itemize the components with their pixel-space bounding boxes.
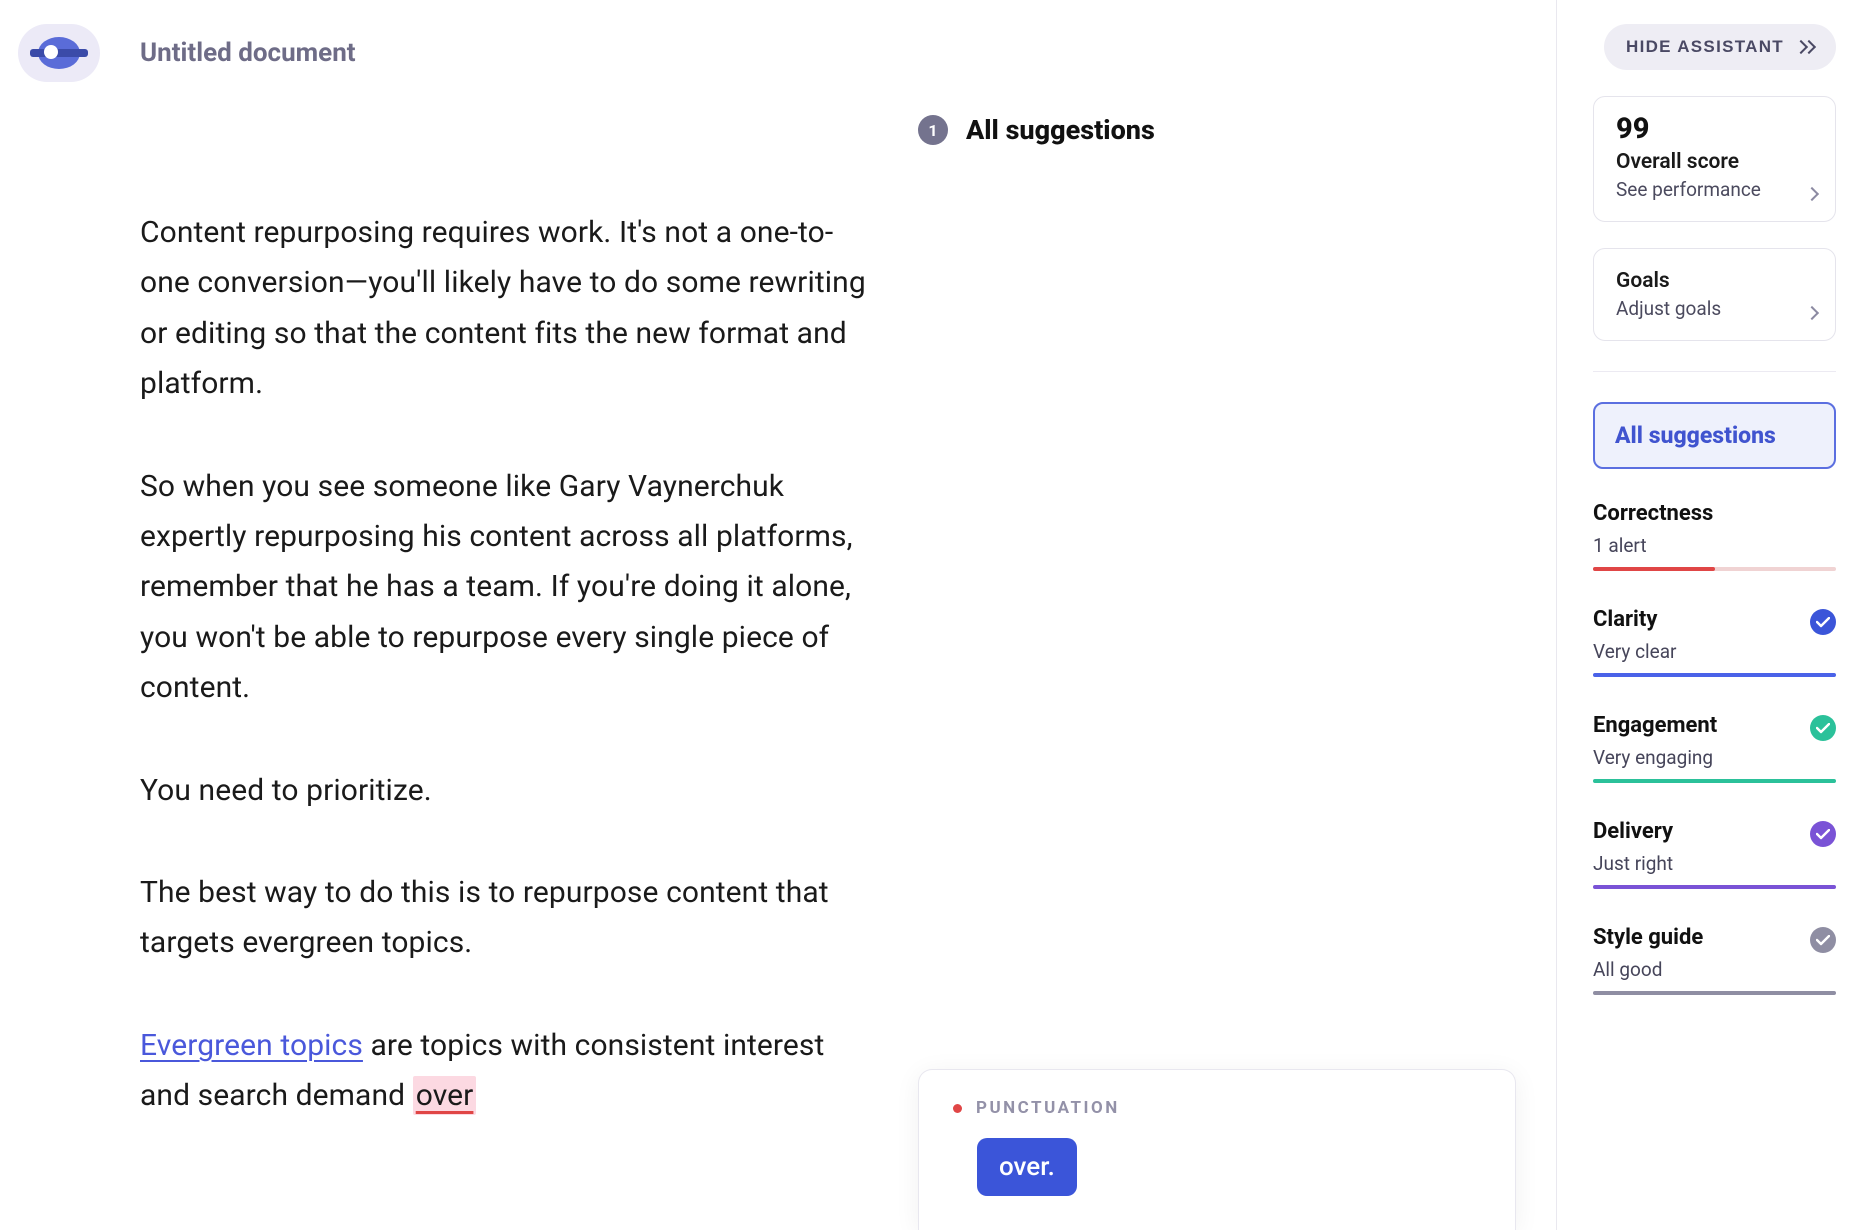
suggestion-count-badge: 1 <box>918 115 948 145</box>
suggestions-column: 1 All suggestions PUNCTUATION over. <box>918 88 1556 1230</box>
category-sub: All good <box>1593 958 1836 981</box>
paragraph[interactable]: Evergreen topics are topics with consist… <box>140 1021 878 1122</box>
category-correctness[interactable]: Correctness 1 alert <box>1593 501 1836 577</box>
category-engagement[interactable]: Engagement Very engaging <box>1593 713 1836 789</box>
category-bar <box>1593 885 1836 889</box>
document-title[interactable]: Untitled document <box>140 38 356 68</box>
category-bar <box>1593 991 1836 995</box>
goals-sub: Adjust goals <box>1616 297 1813 320</box>
category-list: Correctness 1 alert Clarity Very clear Engag… <box>1593 501 1836 1001</box>
category-style-guide[interactable]: Style guide All good <box>1593 925 1836 1001</box>
suggestions-header: 1 All suggestions <box>918 94 1516 146</box>
category-delivery[interactable]: Delivery Just right <box>1593 819 1836 895</box>
app-root: Untitled document Content repurposing re… <box>0 0 1872 1230</box>
double-chevron-icon <box>1796 40 1814 54</box>
suggestion-card[interactable]: PUNCTUATION over. <box>918 1069 1516 1230</box>
suggestions-title: All suggestions <box>966 114 1155 146</box>
category-title: Style guide <box>1593 925 1836 950</box>
logo[interactable] <box>18 24 100 82</box>
check-icon <box>1810 609 1836 635</box>
category-sub: Just right <box>1593 852 1836 875</box>
goals-panel[interactable]: Goals Adjust goals <box>1593 248 1836 341</box>
card-category: PUNCTUATION <box>976 1098 1120 1118</box>
paragraph[interactable]: Content repurposing requires work. It's … <box>140 208 878 410</box>
category-sub: Very engaging <box>1593 746 1836 769</box>
goals-label: Goals <box>1616 269 1813 293</box>
grammarly-icon <box>38 37 80 69</box>
category-bar <box>1593 567 1836 571</box>
red-dot-icon <box>953 1104 962 1113</box>
paragraph[interactable]: You need to prioritize. <box>140 766 878 816</box>
score-panel[interactable]: 99 Overall score See performance <box>1593 96 1836 222</box>
category-title: Delivery <box>1593 819 1836 844</box>
category-sub: Very clear <box>1593 640 1836 663</box>
category-sub: 1 alert <box>1593 534 1836 557</box>
card-header: PUNCTUATION <box>953 1098 1481 1118</box>
score-value: 99 <box>1616 115 1813 144</box>
check-icon <box>1810 715 1836 741</box>
category-clarity[interactable]: Clarity Very clear <box>1593 607 1836 683</box>
main-area: Untitled document Content repurposing re… <box>0 0 1556 1230</box>
hide-assistant-button[interactable]: HIDE ASSISTANT <box>1604 24 1836 70</box>
sidebar: HIDE ASSISTANT 99 Overall score See perf… <box>1556 0 1872 1230</box>
category-bar <box>1593 779 1836 783</box>
editor[interactable]: Content repurposing requires work. It's … <box>18 88 918 1230</box>
hide-assistant-label: HIDE ASSISTANT <box>1626 37 1784 57</box>
header: Untitled document <box>18 18 1556 88</box>
divider <box>1593 371 1836 372</box>
evergreen-link[interactable]: Evergreen topics <box>140 1028 363 1063</box>
score-sub: See performance <box>1616 178 1813 201</box>
suggestion-chip[interactable]: over. <box>977 1138 1077 1196</box>
filter-all-suggestions[interactable]: All suggestions <box>1593 402 1836 469</box>
check-icon <box>1810 821 1836 847</box>
category-title: Engagement <box>1593 713 1836 738</box>
content-columns: Content repurposing requires work. It's … <box>18 88 1556 1230</box>
error-underline[interactable]: over <box>413 1076 477 1115</box>
check-icon <box>1810 927 1836 953</box>
paragraph[interactable]: The best way to do this is to repurpose … <box>140 868 878 969</box>
score-label: Overall score <box>1616 150 1813 174</box>
category-title: Correctness <box>1593 501 1836 526</box>
paragraph[interactable]: So when you see someone like Gary Vayner… <box>140 462 878 714</box>
category-title: Clarity <box>1593 607 1836 632</box>
category-bar <box>1593 673 1836 677</box>
